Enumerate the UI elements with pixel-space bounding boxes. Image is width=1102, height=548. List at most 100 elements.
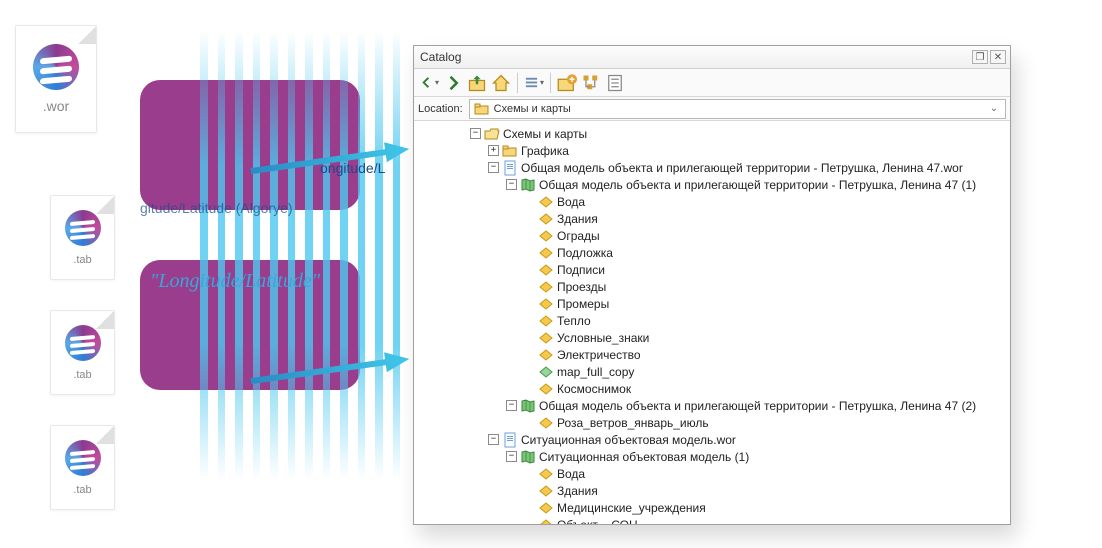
new-folder-button[interactable] [556, 72, 578, 94]
tree-node-label[interactable]: Проезды [557, 280, 606, 294]
tree-node[interactable]: Объект__СОЦ [416, 516, 1008, 524]
tree-node[interactable]: Вода [416, 193, 1008, 210]
tree-node[interactable]: Промеры [416, 295, 1008, 312]
tree-node[interactable]: Вода [416, 465, 1008, 482]
file-ext-label: .tab [73, 369, 91, 381]
deco-text: gitude/Latitude (Algorye) [140, 200, 293, 216]
tree-node-label[interactable]: map_full_copy [557, 365, 634, 379]
collapse-toggle[interactable]: − [506, 179, 517, 190]
layer-g-icon [538, 364, 554, 380]
layer-icon [538, 245, 554, 261]
location-bar: Location: Схемы и карты ⌄ [414, 97, 1010, 121]
map-icon [520, 177, 536, 193]
doc-icon [502, 432, 518, 448]
doc-icon [502, 160, 518, 176]
tree-node[interactable]: Здания [416, 482, 1008, 499]
toolbar: ▾ ▾ [414, 69, 1010, 97]
tree-view[interactable]: −Схемы и карты+Графика−Общая модель объе… [414, 121, 1010, 524]
tree-node[interactable]: Условные_знаки [416, 329, 1008, 346]
expand-toggle[interactable]: + [488, 145, 499, 156]
layer-icon [538, 194, 554, 210]
tree-node[interactable]: − Ситуационная объектовая модель.wor [416, 431, 1008, 448]
file-tab-1: .tab [50, 195, 115, 280]
tree-node-label[interactable]: Ситуационная объектовая модель (1) [539, 450, 749, 464]
tree-node-label[interactable]: Ситуационная объектовая модель.wor [521, 433, 736, 447]
view-mode-button[interactable]: ▾ [523, 72, 545, 94]
tree-node-label[interactable]: Роза_ветров_январь_июль [557, 416, 709, 430]
collapse-toggle[interactable]: − [506, 451, 517, 462]
file-ext-label: .tab [73, 484, 91, 496]
tree-node-label[interactable]: Промеры [557, 297, 609, 311]
properties-button[interactable] [604, 72, 626, 94]
layer-icon [538, 228, 554, 244]
tree-node[interactable]: Здания [416, 210, 1008, 227]
tree-node[interactable]: Ограды [416, 227, 1008, 244]
tree-node[interactable]: Космоснимок [416, 380, 1008, 397]
location-value: Схемы и карты [494, 103, 983, 115]
file-ext-label: .tab [73, 254, 91, 266]
layer-icon [538, 483, 554, 499]
up-button[interactable] [466, 72, 488, 94]
tree-node-label[interactable]: Подписи [557, 263, 605, 277]
tree-node[interactable]: − Общая модель объекта и прилегающей терр… [416, 397, 1008, 414]
tree-node-label[interactable]: Общая модель объекта и прилегающей терри… [521, 161, 963, 175]
app-logo-icon [33, 44, 79, 90]
tree-node[interactable]: − Общая модель объекта и прилегающей терр… [416, 176, 1008, 193]
tree-node-label[interactable]: Условные_знаки [557, 331, 649, 345]
tree-node-label[interactable]: Космоснимок [557, 382, 631, 396]
tree-node[interactable]: − Схемы и карты [416, 125, 1008, 142]
collapse-toggle[interactable]: − [488, 162, 499, 173]
collapse-toggle[interactable]: − [506, 400, 517, 411]
tree-node[interactable]: map_full_copy [416, 363, 1008, 380]
back-button[interactable]: ▾ [418, 72, 440, 94]
tree-node-label[interactable]: Вода [557, 467, 585, 481]
tree-node-label[interactable]: Здания [557, 212, 598, 226]
layer-icon [538, 415, 554, 431]
layer-icon [538, 500, 554, 516]
tree-node[interactable]: Тепло [416, 312, 1008, 329]
tree-node[interactable]: Роза_ветров_январь_июль [416, 414, 1008, 431]
tree-mode-button[interactable] [580, 72, 602, 94]
dropdown-icon[interactable]: ⌄ [987, 103, 1001, 114]
tree-node-label[interactable]: Графика [521, 144, 569, 158]
collapse-toggle[interactable]: − [470, 128, 481, 139]
tree-node-label[interactable]: Электричество [557, 348, 641, 362]
map-icon [520, 449, 536, 465]
tree-node[interactable]: Подписи [416, 261, 1008, 278]
forward-button[interactable] [442, 72, 464, 94]
home-button[interactable] [490, 72, 512, 94]
window-title: Catalog [418, 50, 970, 64]
collapse-toggle[interactable]: − [488, 434, 499, 445]
file-tab-3: .tab [50, 425, 115, 510]
folder-closed-icon [502, 143, 518, 159]
location-input[interactable]: Схемы и карты ⌄ [469, 99, 1006, 119]
restore-button[interactable]: ❐ [972, 50, 988, 64]
tree-node-label[interactable]: Объект__СОЦ [557, 518, 638, 525]
layer-icon [538, 347, 554, 363]
layer-icon [538, 466, 554, 482]
tree-node-label[interactable]: Схемы и карты [503, 127, 587, 141]
tree-node-label[interactable]: Подложка [557, 246, 613, 260]
deco-text: "Longitude/Latitude" [150, 270, 320, 293]
tree-node-label[interactable]: Здания [557, 484, 598, 498]
tree-node[interactable]: Медицинские_учреждения [416, 499, 1008, 516]
titlebar[interactable]: Catalog ❐ ✕ [414, 46, 1010, 69]
folder-open-icon [484, 126, 500, 142]
tree-node[interactable]: Подложка [416, 244, 1008, 261]
tree-node-label[interactable]: Общая модель объекта и прилегающей терри… [539, 178, 976, 192]
tree-node-label[interactable]: Общая модель объекта и прилегающей терри… [539, 399, 976, 413]
tree-node-label[interactable]: Ограды [557, 229, 600, 243]
tree-node-label[interactable]: Медицинские_учреждения [557, 501, 706, 515]
tree-node[interactable]: Проезды [416, 278, 1008, 295]
tree-node[interactable]: Электричество [416, 346, 1008, 363]
file-wor: .wor [15, 25, 97, 133]
tree-node[interactable]: − Ситуационная объектовая модель (1) [416, 448, 1008, 465]
tree-node-label[interactable]: Вода [557, 195, 585, 209]
tree-node-label[interactable]: Тепло [557, 314, 591, 328]
deco-text: ongitude/L [320, 160, 385, 176]
app-logo-icon [65, 325, 101, 361]
close-button[interactable]: ✕ [990, 50, 1006, 64]
tree-node[interactable]: + Графика [416, 142, 1008, 159]
catalog-window: Catalog ❐ ✕ ▾ ▾ Location: [413, 45, 1011, 525]
tree-node[interactable]: − Общая модель объекта и прилегающей терр… [416, 159, 1008, 176]
